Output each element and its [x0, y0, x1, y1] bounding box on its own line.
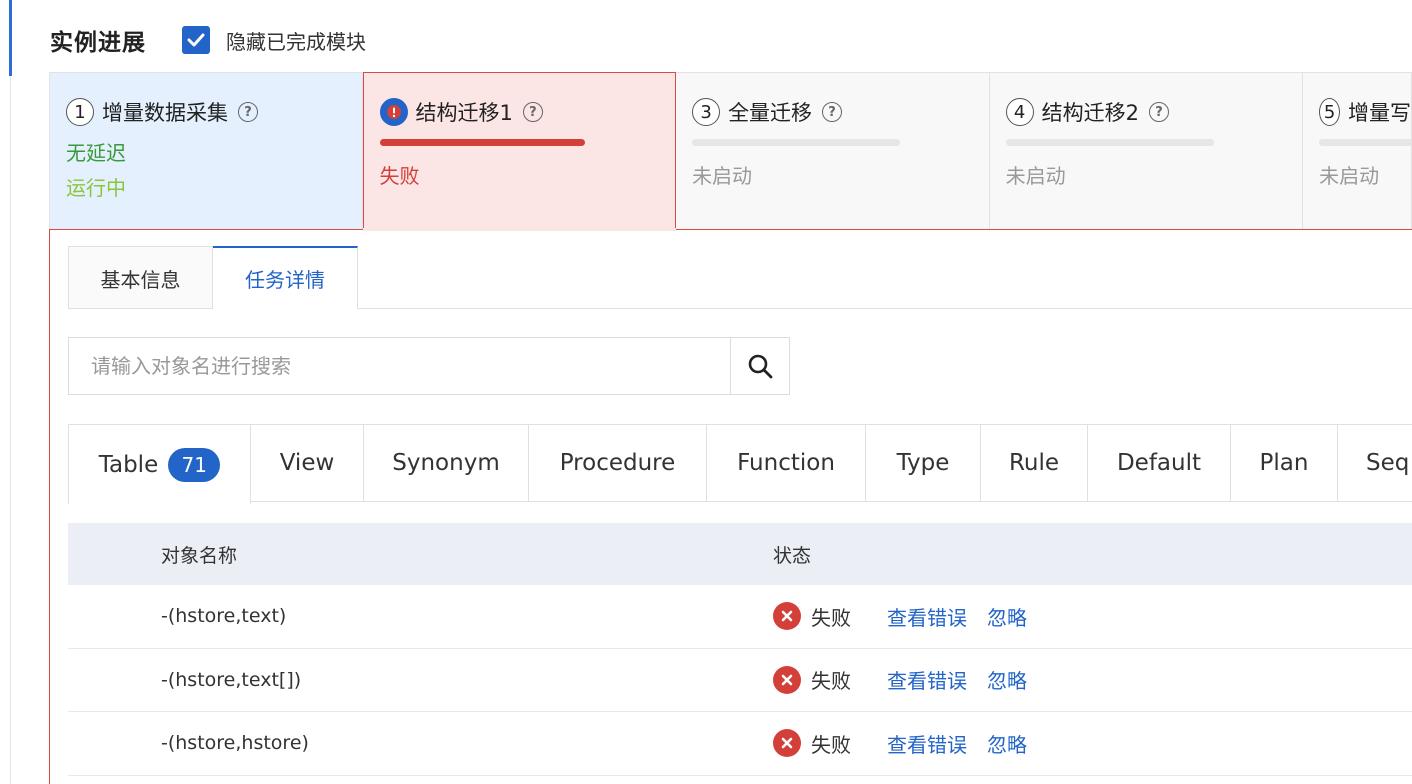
object-type-tabs: Table 71 View Synonym Procedure Function…	[68, 424, 1412, 504]
step-name: 增量写	[1347, 101, 1411, 125]
type-tab-synonym[interactable]: Synonym	[364, 424, 529, 502]
step-progress-bar	[1319, 139, 1411, 146]
section-divider-line	[10, 76, 11, 784]
step-status: 未启动	[692, 164, 753, 188]
step-latency-status: 无延迟	[66, 141, 126, 165]
help-icon[interactable]: ?	[522, 102, 543, 122]
view-error-link[interactable]: 查看错误	[887, 602, 967, 631]
step-incremental-collection[interactable]: 1 增量数据采集 ? 无延迟 运行中	[49, 72, 363, 230]
object-table: 对象名称 状态 -(hstore,text) 失败 查看错误 忽略 -(hsto…	[68, 523, 1412, 776]
status-text: 失败	[811, 669, 851, 694]
hide-completed-toggle[interactable]: 隐藏已完成模块	[182, 26, 366, 55]
step-status: 失败	[379, 164, 420, 188]
step-name: 全量迁移	[728, 101, 813, 125]
ignore-link[interactable]: 忽略	[987, 665, 1027, 694]
step-name: 结构迁移1	[415, 101, 513, 125]
step-name: 结构迁移2	[1041, 101, 1139, 125]
table-row: -(hstore,hstore) 失败 查看错误 忽略	[68, 712, 1412, 776]
type-tab-function[interactable]: Function	[707, 424, 866, 502]
step-progress-bar	[692, 139, 901, 146]
step-structure-migration-2[interactable]: 4 结构迁移2 ? 未启动	[989, 72, 1304, 230]
type-tab-default[interactable]: Default	[1088, 424, 1231, 502]
error-icon	[773, 602, 801, 631]
step-number-4: 4	[1005, 98, 1034, 126]
error-icon	[773, 729, 801, 758]
object-name: -(hstore,text[])	[161, 668, 302, 691]
table-row: -(hstore,text[]) 失败 查看错误 忽略	[68, 649, 1412, 712]
type-tab-sequence[interactable]: Seq	[1338, 424, 1412, 502]
step-status: 未启动	[1005, 164, 1066, 188]
step-progress-bar	[379, 139, 585, 146]
step-full-migration[interactable]: 3 全量迁移 ? 未启动	[676, 72, 990, 230]
table-row: -(hstore,text) 失败 查看错误 忽略	[68, 585, 1412, 649]
type-tab-table[interactable]: Table 71	[68, 424, 251, 504]
step-number-5: 5	[1319, 98, 1340, 126]
step-incremental-write[interactable]: 5 增量写 未启动	[1303, 72, 1412, 230]
type-tab-view[interactable]: View	[251, 424, 364, 502]
status-text: 失败	[811, 605, 851, 630]
ignore-link[interactable]: 忽略	[987, 729, 1027, 758]
step-status: 未启动	[1319, 164, 1380, 188]
tab-basic-info[interactable]: 基本信息	[68, 246, 213, 309]
status-text: 失败	[811, 732, 851, 757]
error-icon	[773, 665, 801, 694]
count-badge: 71	[168, 447, 221, 482]
section-header: 实例进展 隐藏已完成模块	[50, 22, 366, 58]
hide-completed-label: 隐藏已完成模块	[226, 29, 366, 54]
column-header-name: 对象名称	[161, 544, 238, 567]
type-tab-type[interactable]: Type	[866, 424, 981, 502]
page-title: 实例进展	[50, 30, 146, 56]
step-name: 增量数据采集	[102, 101, 228, 125]
type-tab-rule[interactable]: Rule	[981, 424, 1088, 502]
search-input[interactable]	[69, 338, 730, 394]
view-error-link[interactable]: 查看错误	[887, 665, 967, 694]
migration-steps: 1 增量数据采集 ? 无延迟 运行中 结构迁移1 ? 失败 3 全量迁移 ? 未…	[49, 72, 1412, 230]
search-button[interactable]	[730, 338, 789, 394]
error-indicator-icon	[379, 98, 408, 126]
hide-completed-checkbox[interactable]	[182, 26, 210, 54]
help-icon[interactable]: ?	[1148, 102, 1169, 122]
check-icon	[187, 33, 205, 47]
type-tab-label: Table	[98, 451, 159, 478]
step-run-status: 运行中	[66, 176, 126, 200]
step-progress-bar	[1005, 139, 1214, 146]
tab-task-details[interactable]: 任务详情	[213, 246, 358, 309]
type-tab-procedure[interactable]: Procedure	[529, 424, 707, 502]
step-number-3: 3	[692, 98, 721, 126]
object-name: -(hstore,hstore)	[161, 732, 309, 755]
ignore-link[interactable]: 忽略	[987, 602, 1027, 631]
step-number-1: 1	[66, 98, 94, 126]
column-header-status: 状态	[773, 544, 812, 567]
search-icon	[748, 354, 773, 379]
object-name: -(hstore,text)	[161, 605, 287, 628]
help-icon[interactable]: ?	[822, 102, 843, 122]
help-icon[interactable]: ?	[238, 102, 258, 122]
step-structure-migration-1[interactable]: 结构迁移1 ? 失败	[362, 72, 677, 230]
section-accent-bar	[9, 0, 12, 76]
type-tab-plan[interactable]: Plan	[1231, 424, 1338, 502]
table-header: 对象名称 状态	[68, 523, 1412, 585]
object-search	[68, 337, 790, 395]
detail-tabs: 基本信息 任务详情	[68, 246, 358, 309]
view-error-link[interactable]: 查看错误	[887, 729, 967, 758]
